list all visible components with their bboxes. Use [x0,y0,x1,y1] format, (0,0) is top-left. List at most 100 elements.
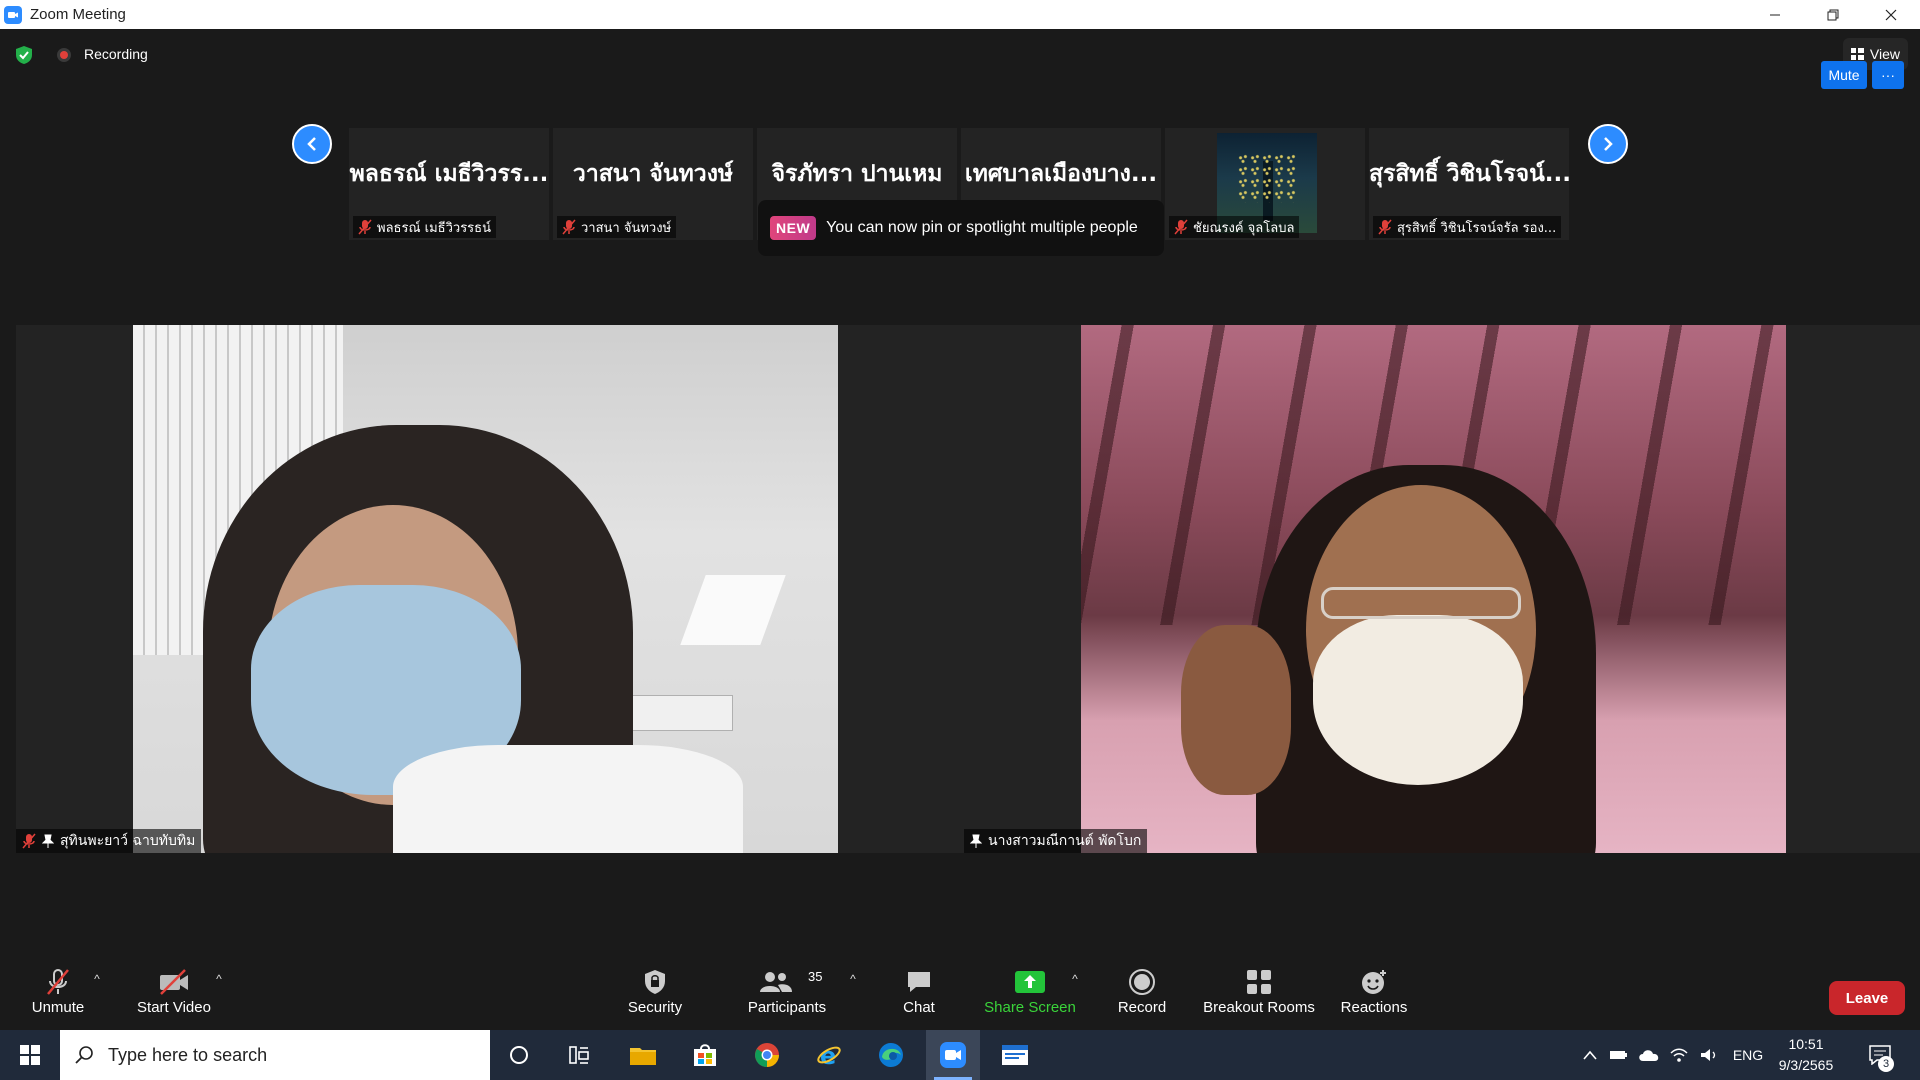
close-button[interactable] [1862,0,1920,29]
participants-options-chevron-up-icon[interactable]: ^ [846,972,860,986]
unmute-button[interactable]: Unmute [22,955,94,1030]
video-options-chevron-up-icon[interactable]: ^ [212,972,226,986]
mic-muted-icon [41,967,75,997]
search-placeholder: Type here to search [108,1044,268,1065]
participant-thumbnail[interactable]: วาสนา จันทวงษ์ วาสนา จันทวงษ์ [553,128,753,240]
toast-message: You can now pin or spotlight multiple pe… [826,219,1138,236]
security-label: Security [627,999,683,1016]
chevron-left-icon [307,137,316,151]
mic-muted-icon [562,219,576,235]
breakout-rooms-button[interactable]: Breakout Rooms [1200,955,1318,1030]
taskbar-search-input[interactable]: Type here to search [60,1030,490,1080]
mic-muted-icon [1378,219,1392,235]
participant-thumbnail[interactable]: ชัยณรงค์ จุลโลบล [1165,128,1365,240]
thumbnail-name-label: ชัยณรงค์ จุลโลบล [1169,216,1300,238]
taskbar-clock[interactable]: 10:51 9/3/2565 [1774,1034,1838,1076]
reactions-icon [1357,967,1391,997]
chrome-icon[interactable] [740,1030,794,1080]
participant-thumbnail[interactable]: พลธรณ์ เมธีวิวรร... พลธรณ์ เมธีวิวรรธน์ [349,128,549,240]
unmute-label: Unmute [31,999,85,1016]
search-icon [75,1046,93,1064]
thumbnail-name-label: วาสนา จันทวงษ์ [557,216,677,238]
cortana-icon[interactable] [492,1030,546,1080]
participants-button[interactable]: 35 Participants [742,955,832,1030]
mic-muted-icon [358,219,372,235]
meeting-toolbar: Unmute ^ Start Video ^ Security 35 Parti… [0,955,1920,1030]
leave-button[interactable]: Leave [1829,981,1905,1015]
thumbnail-label-text: ชัยณรงค์ จุลโลบล [1193,220,1295,236]
notification-count-badge: 3 [1878,1056,1894,1072]
participant-name: สุทินพะยาว์ ฉาบทับทิม [60,833,196,849]
share-screen-label: Share Screen [984,999,1076,1016]
action-center-button[interactable] [1860,1030,1900,1080]
record-button[interactable]: Record [1114,955,1170,1030]
meeting-area: Recording View พลธรณ์ เมธีวิวรร... พลธรณ… [0,29,1920,1030]
start-video-button[interactable]: Start Video [132,955,216,1030]
grid-icon [1850,48,1864,60]
record-icon [1125,967,1159,997]
thumbnail-display-name: เทศบาลเมืองบาง... [964,161,1158,187]
app-window-icon[interactable] [988,1030,1042,1080]
wifi-icon[interactable] [1666,1030,1692,1080]
start-button[interactable] [0,1030,60,1080]
participant-more-button[interactable]: ··· [1872,61,1904,89]
share-screen-icon [1013,967,1047,997]
restore-button[interactable] [1804,0,1862,29]
gallery-next-button[interactable] [1588,124,1628,164]
store-icon[interactable] [678,1030,732,1080]
video-tile[interactable]: สุทินพะยาว์ ฉาบทับทิม [16,325,972,853]
thumbnail-display-name: พลธรณ์ เมธีวิวรร... [349,161,549,187]
clock-time: 10:51 [1788,1036,1824,1052]
task-view-icon[interactable] [552,1030,606,1080]
windows-logo-icon [20,1045,40,1065]
minimize-icon [1770,14,1780,15]
reactions-label: Reactions [1340,999,1408,1016]
zoom-icon[interactable] [926,1030,980,1080]
onedrive-cloud-icon[interactable] [1636,1030,1662,1080]
reactions-button[interactable]: Reactions [1338,955,1410,1030]
zoom-app-icon [4,5,22,24]
mic-muted-icon [22,833,36,849]
meeting-topbar: Recording View [0,29,1920,79]
minimize-button[interactable] [1746,0,1804,29]
video-tile[interactable]: นางสาวมณีกานต์ พัดโบก [964,325,1920,853]
thumbnail-label-text: สุรสิทธิ์ วิชินโรจน์จรัล รอง... [1397,220,1557,236]
chat-icon [902,967,936,997]
share-options-chevron-up-icon[interactable]: ^ [1068,972,1082,986]
file-explorer-icon[interactable] [616,1030,670,1080]
participant-mute-button[interactable]: Mute [1821,61,1867,89]
recording-label: Recording [84,46,148,62]
close-icon [1885,9,1897,20]
ie-icon[interactable]: e [802,1030,856,1080]
edge-icon[interactable] [864,1030,918,1080]
thumbnail-label-text: วาสนา จันทวงษ์ [581,220,672,236]
security-button[interactable]: Security [620,955,690,1030]
chat-label: Chat [903,999,935,1016]
participants-count: 35 [808,969,823,984]
chat-button[interactable]: Chat [892,955,946,1030]
view-label: View [1869,46,1900,62]
participants-label: Participants [747,999,827,1016]
pin-icon [970,834,982,848]
volume-icon[interactable] [1696,1030,1722,1080]
breakout-rooms-label: Breakout Rooms [1203,999,1315,1016]
participant-thumbnail[interactable]: สุรสิทธิ์ วิชินโรจน์... สุรสิทธิ์ วิชินโ… [1369,128,1569,240]
tray-overflow-chevron-up-icon[interactable] [1578,1030,1602,1080]
share-screen-button[interactable]: Share Screen [984,955,1076,1030]
participant-name: นางสาวมณีกานต์ พัดโบก [988,833,1142,849]
encryption-shield-icon[interactable] [14,45,34,65]
security-shield-icon [638,967,672,997]
feature-toast[interactable]: NEW You can now pin or spotlight multipl… [758,200,1164,256]
thumbnail-display-name: สุรสิทธิ์ วิชินโรจน์... [1369,161,1569,187]
recording-icon [57,48,71,62]
svg-text:e: e [820,1042,836,1068]
language-indicator[interactable]: ENG [1728,1030,1768,1080]
gallery-prev-button[interactable] [292,124,332,164]
video-feed [1081,325,1786,853]
pin-icon [42,834,54,848]
participants-icon [759,967,793,997]
thumbnail-name-label: สุรสิทธิ์ วิชินโรจน์จรัล รอง... [1373,216,1562,238]
video-off-icon [157,967,191,997]
audio-options-chevron-up-icon[interactable]: ^ [90,972,104,986]
battery-icon[interactable] [1606,1030,1632,1080]
